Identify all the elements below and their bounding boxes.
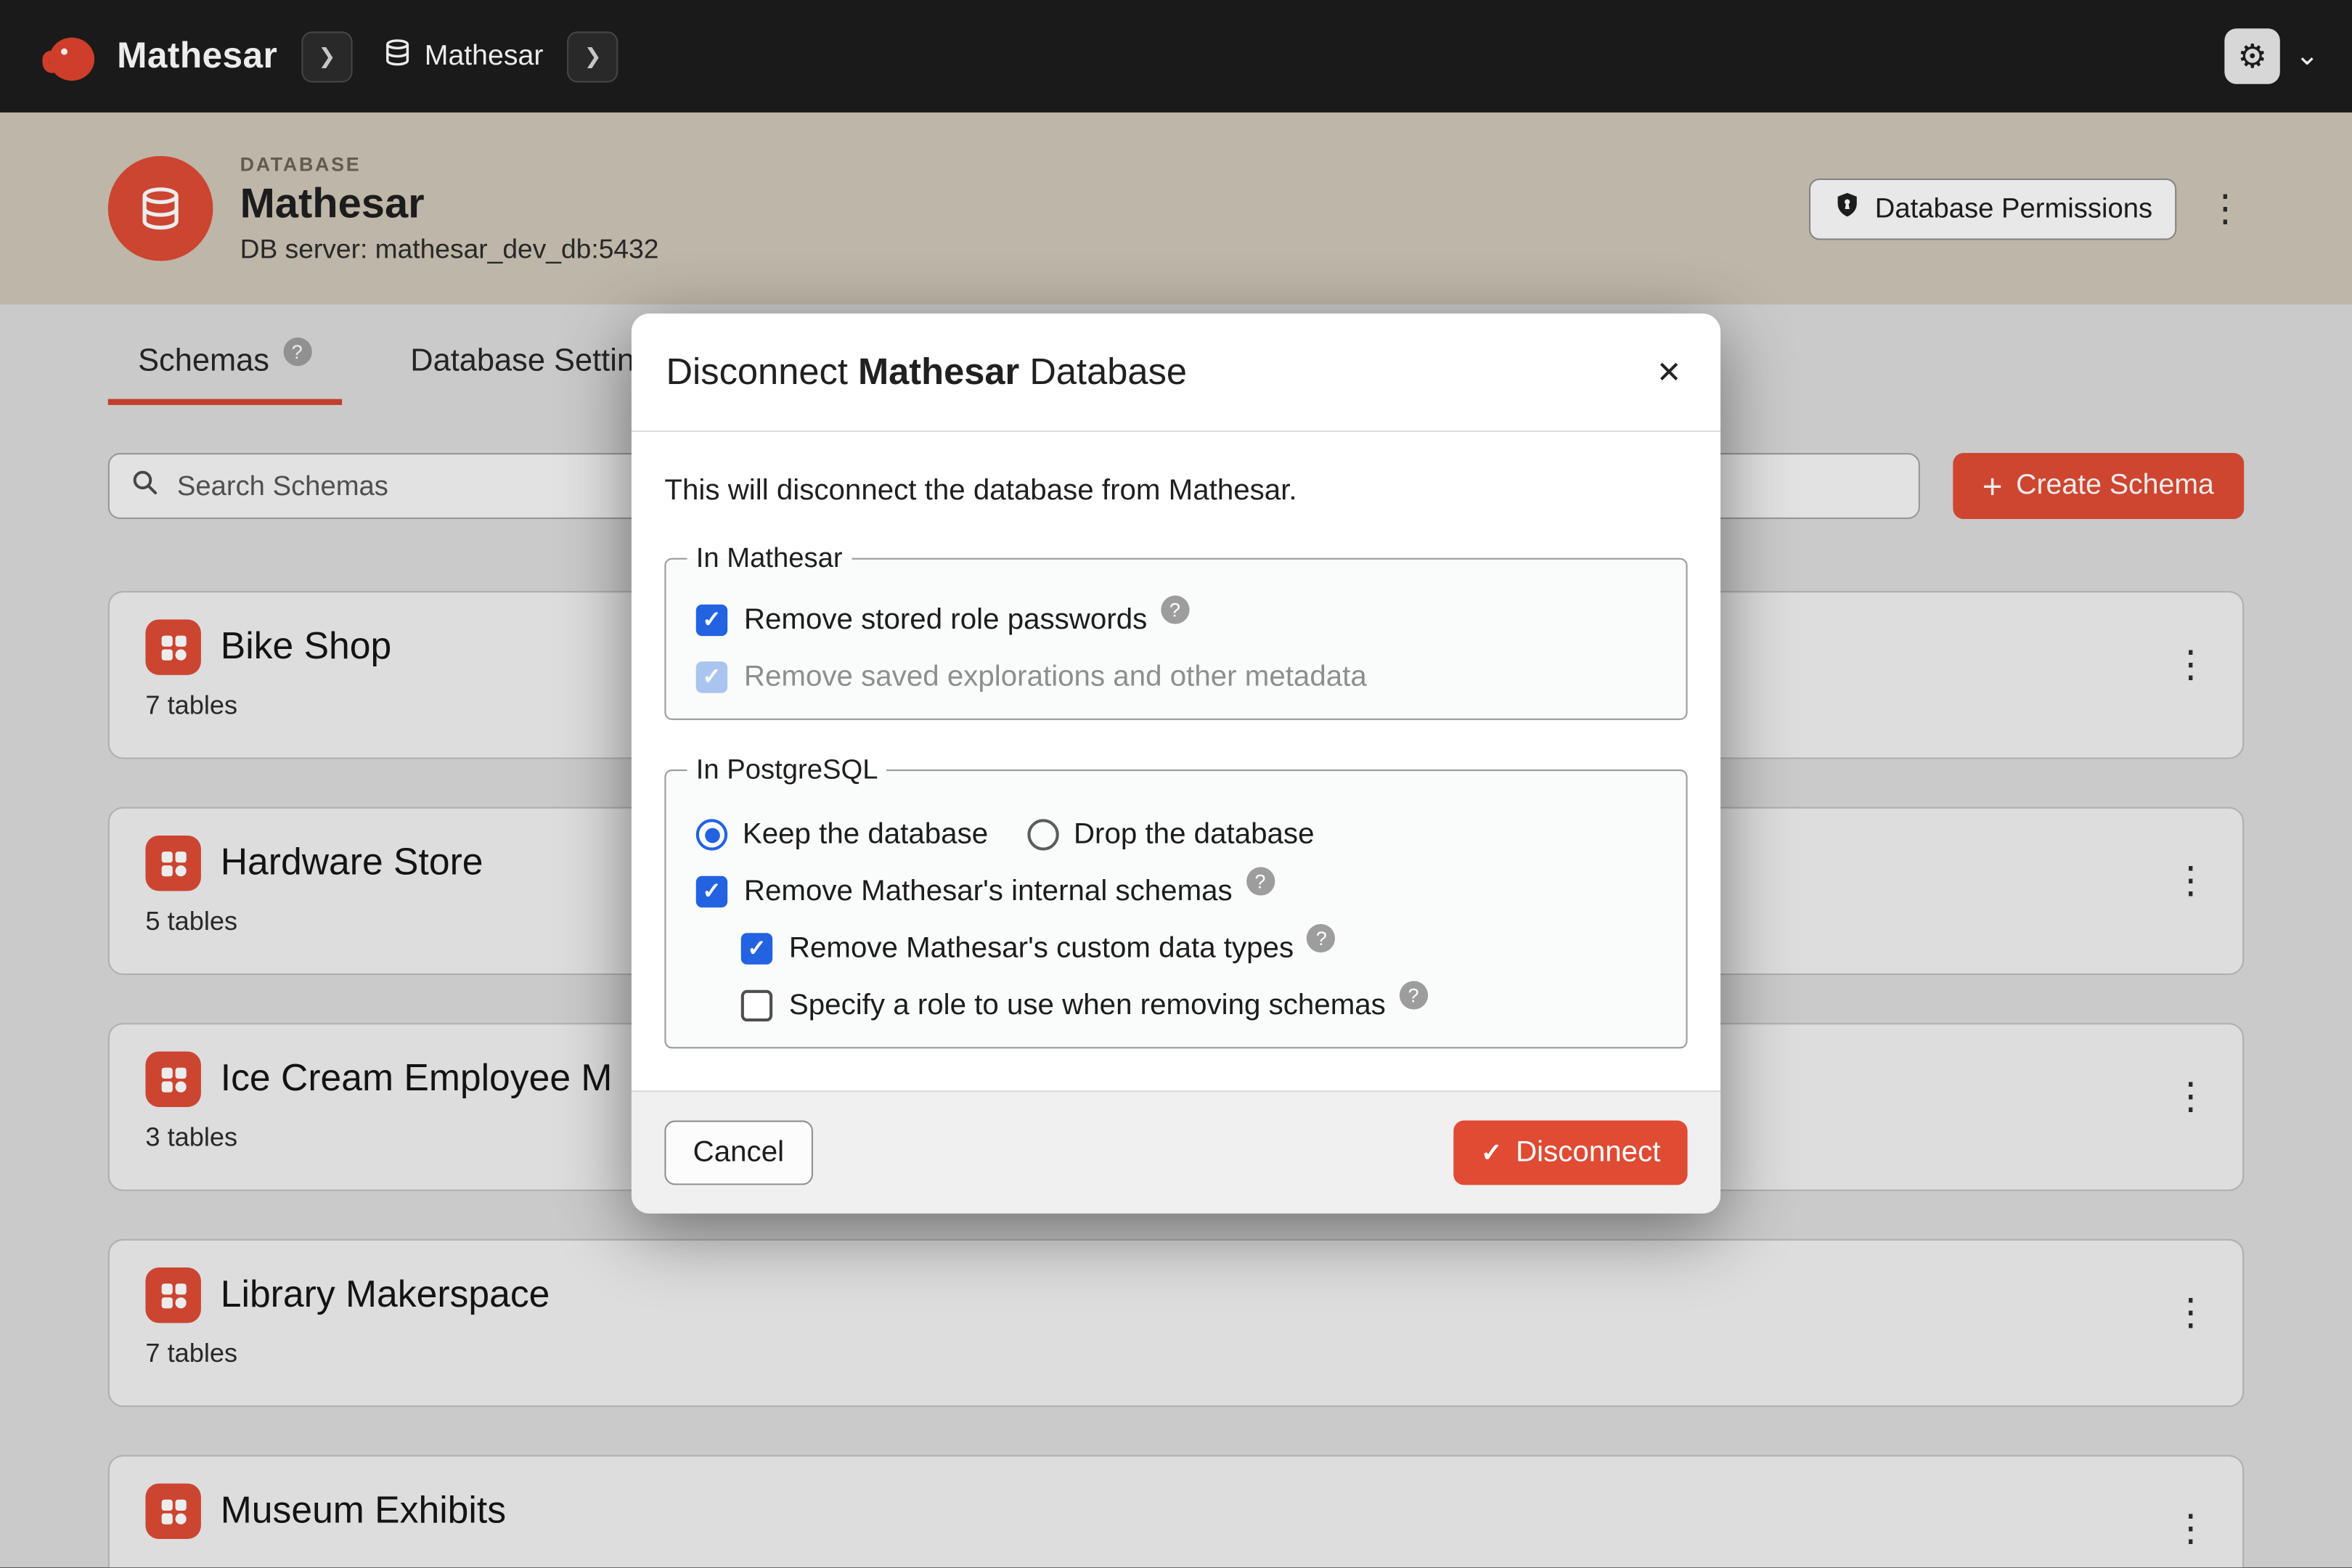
modal-description: This will disconnect the database from M…: [664, 474, 1687, 509]
radio-keep-database[interactable]: [696, 819, 727, 850]
check-icon: ✓: [702, 881, 721, 903]
in-mathesar-fieldset: In Mathesar ✓ Remove stored role passwor…: [664, 542, 1687, 720]
disconnect-database-modal: Disconnect Mathesar Database ✕ This will…: [632, 314, 1720, 1214]
modal-footer: Cancel ✓ Disconnect: [632, 1090, 1720, 1213]
in-postgresql-fieldset: In PostgreSQL Keep the database Drop the…: [664, 753, 1687, 1048]
in-postgresql-legend: In PostgreSQL: [687, 753, 887, 785]
radio-label: Drop the database: [1074, 817, 1315, 852]
disconnect-label: Disconnect: [1516, 1135, 1660, 1170]
option-remove-stored-passwords: ✓ Remove stored role passwords ?: [696, 603, 1656, 638]
app-window: Mathesar ❯ Mathesar ❯ ⚙: [0, 0, 2352, 1567]
radio-label: Keep the database: [743, 817, 988, 852]
help-icon[interactable]: ?: [1307, 924, 1336, 952]
disconnect-button[interactable]: ✓ Disconnect: [1454, 1121, 1688, 1185]
check-icon: ✓: [747, 937, 766, 960]
option-remove-saved-explorations: ✓ Remove saved explorations and other me…: [696, 660, 1656, 695]
option-remove-internal-schemas: ✓ Remove Mathesar's internal schemas ?: [696, 875, 1656, 910]
option-label: Specify a role to use when removing sche…: [789, 989, 1386, 1024]
option-specify-role: ✓ Specify a role to use when removing sc…: [741, 989, 1656, 1024]
in-mathesar-legend: In Mathesar: [687, 542, 852, 574]
modal-title: Disconnect Mathesar Database: [666, 353, 1187, 395]
checkbox-remove-internal-schemas[interactable]: ✓: [696, 876, 727, 907]
help-icon[interactable]: ?: [1161, 595, 1189, 624]
option-remove-custom-data-types: ✓ Remove Mathesar's custom data types ?: [741, 931, 1656, 966]
check-icon: ✓: [702, 609, 721, 632]
checkbox-remove-custom-data-types[interactable]: ✓: [741, 933, 772, 964]
check-icon: ✓: [1481, 1140, 1502, 1165]
check-icon: ✓: [702, 666, 721, 688]
option-label: Remove Mathesar's internal schemas: [744, 875, 1233, 910]
checkbox-remove-stored-passwords[interactable]: ✓: [696, 605, 727, 636]
help-icon[interactable]: ?: [1399, 981, 1427, 1009]
modal-body: This will disconnect the database from M…: [632, 432, 1720, 1090]
help-icon[interactable]: ?: [1246, 867, 1274, 895]
radio-drop-database[interactable]: [1027, 819, 1058, 850]
radio-option-keep-database: Keep the database: [696, 817, 988, 852]
checkbox-remove-saved-explorations: ✓: [696, 661, 727, 693]
cancel-button[interactable]: Cancel: [664, 1121, 812, 1185]
option-label: Remove saved explorations and other meta…: [744, 660, 1367, 695]
checkbox-specify-role[interactable]: ✓: [741, 990, 772, 1021]
option-label: Remove stored role passwords: [744, 603, 1147, 638]
database-fate-radio-group: Keep the database Drop the database: [696, 817, 1656, 852]
radio-option-drop-database: Drop the database: [1027, 817, 1315, 852]
option-label: Remove Mathesar's custom data types: [789, 931, 1294, 966]
modal-header: Disconnect Mathesar Database ✕: [632, 314, 1720, 432]
close-icon[interactable]: ✕: [1657, 359, 1682, 388]
